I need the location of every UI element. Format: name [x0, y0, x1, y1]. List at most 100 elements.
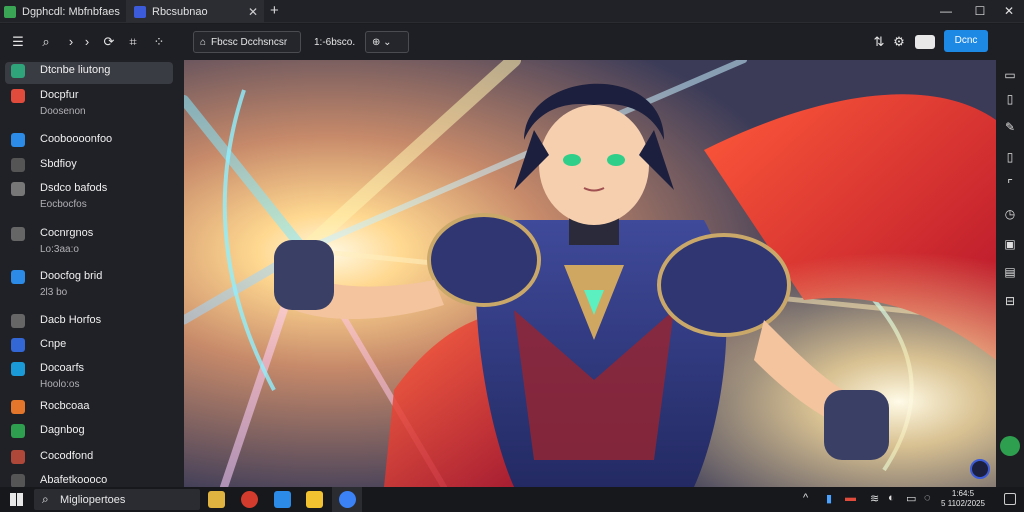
frame-icon[interactable]: ⌜: [1001, 175, 1019, 193]
menu-icon[interactable]: ☰: [9, 33, 27, 51]
address-label: Fbcsc Dcchsncsr: [211, 36, 288, 48]
sidebar-item-sublabel: Doosenon: [40, 106, 86, 117]
lock-icon: ⌂: [200, 36, 207, 48]
network-icon[interactable]: ▮: [826, 492, 832, 505]
active-app[interactable]: [332, 487, 362, 512]
app-red-icon[interactable]: [241, 491, 258, 508]
circle-icon: [11, 400, 25, 414]
minimize-button[interactable]: —: [936, 2, 956, 20]
clock-date: 5 1102/2025: [941, 499, 985, 508]
zoom-label[interactable]: 1:-6bsco.: [308, 31, 358, 53]
page-icon[interactable]: ▯: [1001, 148, 1019, 166]
forward-icon[interactable]: ›: [78, 33, 96, 51]
wifi-icon[interactable]: ≋: [870, 492, 879, 505]
sidebar-item-label: Cocodfond: [40, 450, 94, 462]
app-icon: [134, 5, 146, 18]
panel-icon[interactable]: ▭: [1001, 66, 1019, 84]
sidebar-item-sublabel: 2l3 bo: [40, 287, 68, 298]
sidebar-item-label: Cooboooonfoo: [40, 133, 113, 145]
chevron-up-icon[interactable]: ^: [803, 492, 808, 504]
right-rail: ▭ ▯ ✎ ▯ ⌜ ◷ ▣ ▤ ⊟: [996, 60, 1024, 487]
alert-icon[interactable]: ▬: [845, 492, 856, 504]
start-icon[interactable]: [10, 493, 23, 506]
search-icon: ⌕: [42, 492, 49, 506]
sidebar-item-label: Doocfog brid: [40, 270, 103, 282]
clock[interactable]: 1:64:5 5 1102/2025: [940, 489, 986, 509]
image-icon[interactable]: ▣: [1001, 235, 1019, 253]
pin-icon: [11, 362, 25, 376]
status-icon[interactable]: [1000, 436, 1020, 456]
notification-icon[interactable]: [1004, 493, 1016, 505]
square-icon: [11, 424, 25, 438]
app-yellow-icon[interactable]: [306, 491, 323, 508]
screen-icon: [11, 182, 25, 196]
search-icon[interactable]: ⌕: [37, 33, 55, 51]
sidebar-item[interactable]: Cocodfond: [5, 448, 173, 470]
toolbar: ☰ ⌕ › › ⟳ ⌗ ⁘ ⌂ Fbcsc Dcchsncsr 1:-6bsco…: [0, 24, 1024, 60]
history-icon[interactable]: ◷: [1001, 205, 1019, 223]
tab-1[interactable]: Dgphcdl: Mbfnbfaes: [4, 0, 124, 23]
sidebar-item[interactable]: Doocfog brid 2l3 bo: [5, 268, 173, 306]
primary-button[interactable]: Dcnc: [944, 30, 988, 52]
sidebar-item-sublabel: Eocbocfos: [40, 199, 87, 210]
sidebar-item[interactable]: Rocbcoaa: [5, 398, 173, 420]
address-field[interactable]: ⌂ Fbcsc Dcchsncsr: [193, 31, 301, 53]
adjust-icon[interactable]: ⇅: [870, 33, 888, 51]
shield-icon: [4, 5, 16, 18]
refresh-icon[interactable]: ⟳: [100, 33, 118, 51]
crop-icon[interactable]: ⌗: [124, 33, 142, 51]
tab-2-active[interactable]: Rbcsubnao ✕: [126, 0, 264, 23]
volume-icon[interactable]: ◐: [888, 492, 895, 504]
collapse-icon[interactable]: ⊟: [1001, 292, 1019, 310]
language-icon[interactable]: ◌: [924, 492, 931, 504]
sidebar-item[interactable]: Dsdco bafods Eocbocfos: [5, 180, 173, 218]
edit-icon[interactable]: ✎: [1001, 118, 1019, 136]
sidebar-item[interactable]: Docoarfs Hoolo:os: [5, 360, 173, 398]
battery-icon[interactable]: ▭: [906, 492, 916, 505]
sidebar-item-label: Abafetkoooco: [40, 474, 108, 486]
sidebar-item[interactable]: Cnpe: [5, 336, 173, 358]
layers-icon[interactable]: ▯: [1001, 90, 1019, 108]
close-tab-icon[interactable]: ✕: [248, 5, 258, 19]
gallery-icon[interactable]: ▤: [1001, 263, 1019, 281]
tab-1-label: Dgphcdl: Mbfnbfaes: [22, 5, 120, 18]
sidebar-item[interactable]: Cooboooonfoo: [5, 131, 173, 153]
palette-icon: [11, 450, 25, 464]
active-app-icon: [339, 491, 356, 508]
toggle-icon[interactable]: [915, 35, 935, 49]
file-explorer-icon[interactable]: [208, 491, 225, 508]
globe-icon: [11, 338, 25, 352]
sidebar-item[interactable]: Dtcnbe liutong: [5, 62, 173, 84]
sidebar-item-label: Dsdco bafods: [40, 182, 108, 194]
view-dropdown[interactable]: ⊕ ⌄: [365, 31, 409, 53]
cube-icon: [11, 133, 25, 147]
user-icon: [11, 474, 25, 488]
sidebar-item-sublabel: Lo:3aa:o: [40, 244, 79, 255]
anime-hero-illustration: [184, 60, 996, 487]
sidebar-item-label: Cocnrgnos: [40, 227, 94, 239]
new-tab-button[interactable]: +: [270, 2, 279, 19]
sidebar-item[interactable]: Sbdfioy: [5, 156, 173, 178]
heart-icon: [11, 89, 25, 103]
sidebar-item[interactable]: Dacb Horfos: [5, 312, 173, 334]
sidebar-item[interactable]: Dagnbog: [5, 422, 173, 444]
grid-icon[interactable]: ⁘: [150, 33, 168, 51]
sidebar-item-label: Cnpe: [40, 338, 67, 350]
help-icon[interactable]: [970, 459, 990, 479]
maximize-button[interactable]: ☐: [970, 2, 990, 20]
sidebar-item[interactable]: Docpfur Doosenon: [5, 87, 173, 125]
app-blue-icon[interactable]: [274, 491, 291, 508]
taskbar-search[interactable]: ⌕ Migliopertoes: [34, 489, 200, 510]
sidebar-item-label: Rocbcoaa: [40, 400, 90, 412]
music-icon: [11, 314, 25, 328]
image-icon: [11, 270, 25, 284]
sidebar-item-label: Sbdfioy: [40, 158, 77, 170]
sidebar-item-label: Dacb Horfos: [40, 314, 102, 326]
sidebar-item-label: Dtcnbe liutong: [40, 64, 111, 76]
close-window-button[interactable]: ✕: [999, 2, 1019, 20]
folder-icon: [11, 64, 25, 78]
sidebar-item-label: Dagnbog: [40, 424, 85, 436]
settings-icon[interactable]: ⚙: [890, 33, 908, 51]
sidebar-item-label: Docoarfs: [40, 362, 85, 374]
sidebar-item[interactable]: Cocnrgnos Lo:3aa:o: [5, 225, 173, 263]
